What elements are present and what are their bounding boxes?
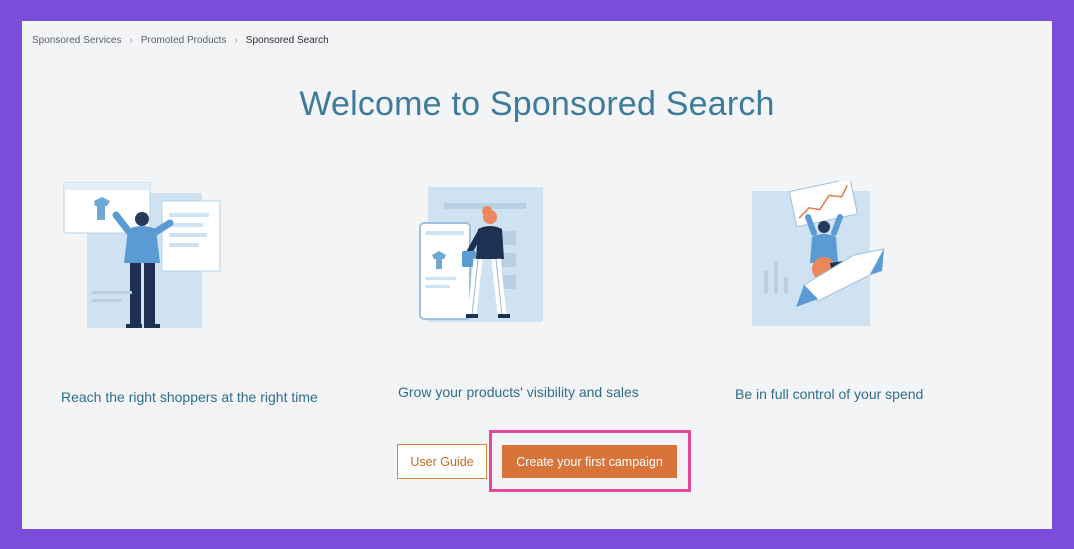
feature-grow-visibility: Grow your products' visibility and sales	[392, 181, 692, 400]
shopper-with-bag-illustration	[419, 187, 543, 322]
user-guide-button[interactable]: User Guide	[397, 444, 487, 479]
rocket-rider-illustration	[752, 181, 885, 326]
breadcrumb-promoted-products[interactable]: Promoted Products	[141, 35, 227, 46]
welcome-panel: Sponsored Services › Promoted Products ›…	[22, 21, 1052, 529]
feature-label-grow: Grow your products' visibility and sales	[398, 384, 639, 400]
breadcrumb: Sponsored Services › Promoted Products ›…	[32, 35, 329, 46]
chevron-right-icon: ›	[129, 35, 133, 46]
breadcrumb-sponsored-search: Sponsored Search	[245, 35, 329, 46]
highlight-box	[489, 430, 691, 492]
feature-control-spend: Be in full control of your spend	[734, 181, 1034, 402]
feature-reach-shoppers: Reach the right shoppers at the right ti…	[52, 181, 352, 405]
breadcrumb-sponsored-services[interactable]: Sponsored Services	[32, 35, 122, 46]
person-at-screens-illustration	[63, 182, 221, 328]
chevron-right-icon: ›	[234, 35, 238, 46]
page-title: Welcome to Sponsored Search	[299, 85, 775, 123]
feature-label-control: Be in full control of your spend	[735, 386, 924, 402]
feature-label-reach: Reach the right shoppers at the right ti…	[61, 389, 318, 405]
